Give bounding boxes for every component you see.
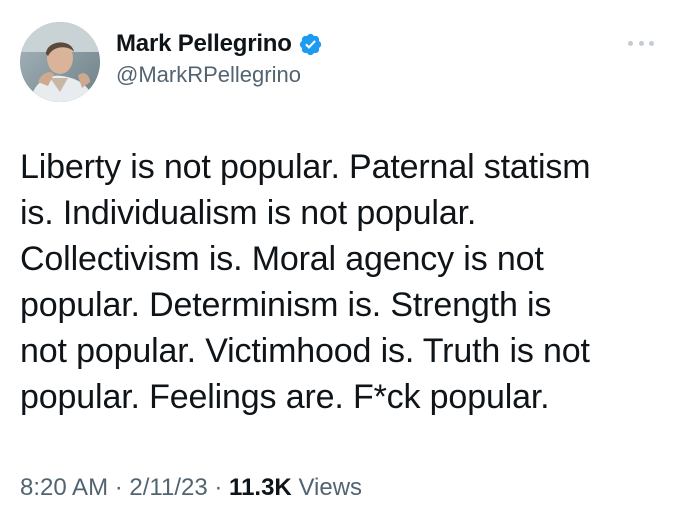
- avatar-photo: [20, 22, 100, 102]
- tweet-text-line: popular. Feelings are. F*ck popular.: [20, 378, 550, 416]
- avatar[interactable]: [20, 22, 100, 102]
- tweet-text-line: is. Individualism is not popular.: [20, 194, 477, 232]
- tweet-meta: 8:20 AM · 2/11/23 · 11.3K Views: [20, 474, 362, 502]
- more-dot: [638, 40, 644, 46]
- meta-separator: ·: [114, 474, 123, 501]
- views-count: 11.3K: [229, 474, 292, 501]
- more-dot: [649, 40, 654, 46]
- author-display-name[interactable]: Mark Pellegrino: [116, 30, 292, 58]
- tweet-text: Liberty is not popular. Paternal statism…: [20, 144, 670, 420]
- more-dot: [628, 40, 633, 46]
- tweet-text-line: popular. Determinism is. Strength is: [20, 286, 552, 324]
- more-options-icon[interactable]: [628, 36, 654, 50]
- views-label: Views: [298, 474, 363, 501]
- verified-badge-icon: [298, 32, 323, 57]
- author-name-row[interactable]: Mark Pellegrino: [116, 28, 323, 60]
- tweet-time[interactable]: 8:20 AM: [20, 474, 108, 501]
- tweet-text-line: Collectivism is. Moral agency is not: [20, 240, 544, 278]
- tweet-date[interactable]: 2/11/23: [129, 474, 207, 501]
- meta-separator: ·: [214, 474, 223, 501]
- tweet-text-line: Liberty is not popular. Paternal statism: [20, 148, 591, 186]
- tweet-card: Mark Pellegrino @MarkRPellegrino Liberty…: [0, 0, 680, 524]
- tweet-text-line: not popular. Victimhood is. Truth is not: [20, 332, 590, 370]
- author-handle[interactable]: @MarkRPellegrino: [116, 62, 301, 88]
